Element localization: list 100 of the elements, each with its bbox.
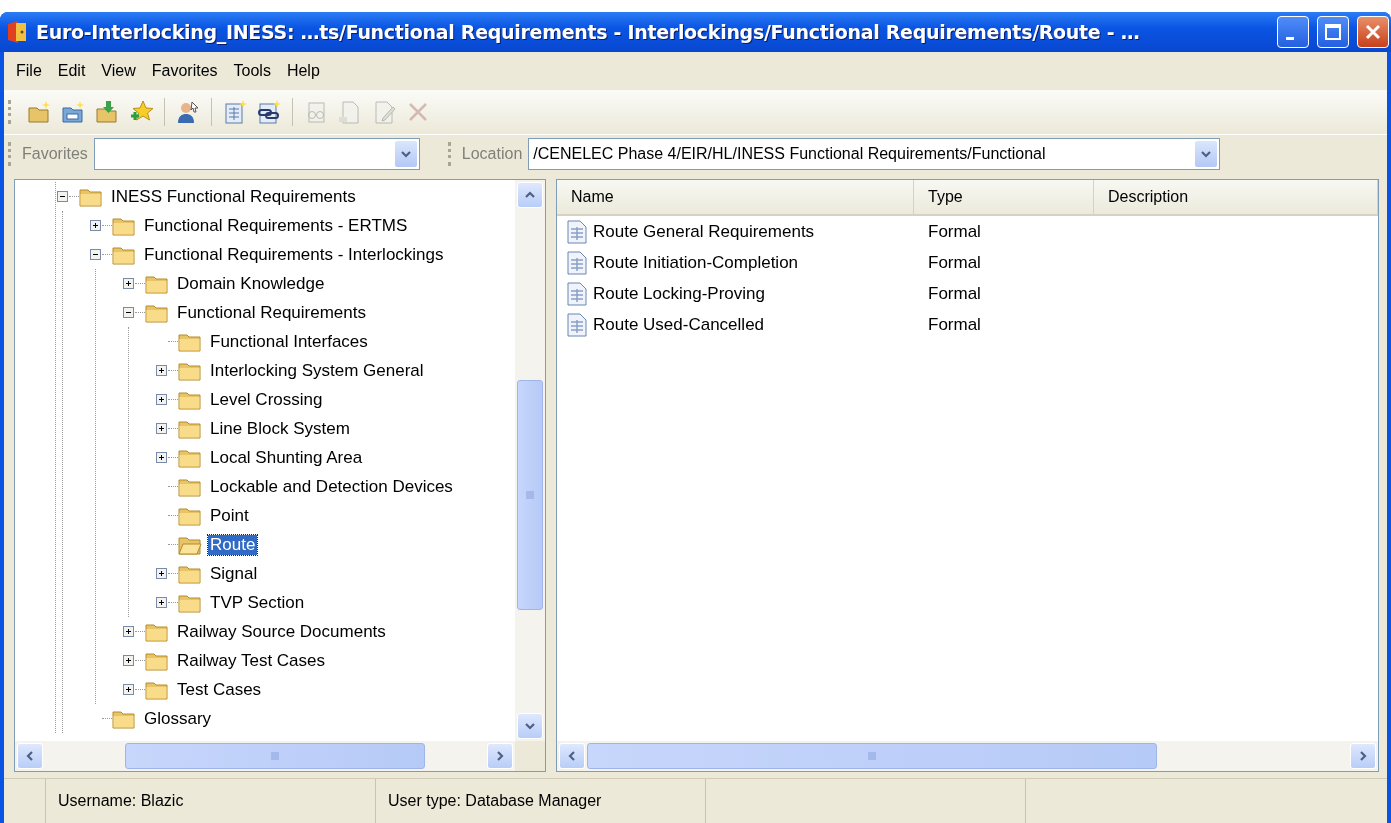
folder-icon — [178, 389, 202, 410]
tree-item[interactable]: Domain Knowledge — [175, 273, 327, 294]
scroll-left-button[interactable] — [559, 743, 585, 769]
folder-icon — [178, 476, 202, 497]
scrollbar-thumb[interactable] — [517, 380, 543, 610]
document-name: Route General Requirements — [593, 221, 815, 242]
scroll-right-button[interactable] — [487, 743, 513, 769]
folder-icon — [79, 186, 103, 207]
document-name: Route Initiation-Completion — [593, 252, 799, 273]
menu-item[interactable]: Help — [280, 60, 326, 82]
scrollbar-thumb[interactable] — [125, 743, 425, 769]
table-cell-text: Formal — [927, 283, 982, 304]
plus-box-icon[interactable] — [156, 423, 167, 434]
menu-item[interactable]: Tools — [227, 60, 277, 82]
menu-item[interactable]: View — [95, 60, 142, 82]
grip-icon — [525, 490, 535, 500]
tree-item[interactable]: Functional Requirements — [175, 302, 368, 323]
minus-box-icon[interactable] — [57, 191, 68, 202]
document-name: Route Locking-Proving — [593, 283, 765, 304]
folder-icon — [178, 592, 202, 613]
plus-box-icon[interactable] — [156, 452, 167, 463]
menu-item[interactable]: Favorites — [145, 60, 224, 82]
document-icon — [567, 250, 587, 275]
status-text: Username: Blazic — [46, 779, 376, 823]
column-header[interactable]: Description — [1094, 180, 1378, 214]
location-dropdown[interactable]: /CENELEC Phase 4/EIR/HL/INESS Functional Requirements/Functional — [528, 138, 1221, 170]
scrollbar-corner — [515, 741, 545, 771]
menu-item[interactable]: File — [10, 60, 48, 82]
column-header[interactable]: Type — [914, 180, 1094, 214]
chevron-left-icon — [24, 750, 36, 762]
table-cell[interactable]: Route Initiation-Completion — [557, 250, 914, 275]
plus-box-icon[interactable] — [123, 655, 134, 666]
tree-item[interactable]: Local Shunting Area — [208, 447, 365, 468]
column-header[interactable]: Name — [557, 180, 914, 214]
tree-item[interactable]: Interlocking System General — [208, 360, 426, 381]
scroll-up-button[interactable] — [517, 182, 543, 208]
tree-item[interactable]: Railway Test Cases — [175, 650, 328, 671]
document-icon — [567, 312, 587, 337]
folder-icon — [178, 505, 202, 526]
folder-arrow-icon — [94, 99, 120, 125]
folder-icon — [145, 302, 169, 323]
minimize-icon — [1286, 36, 1294, 40]
status-text: User type: Database Manager — [376, 779, 706, 823]
scroll-down-button[interactable] — [517, 713, 543, 739]
document-name: Route Used-Cancelled — [593, 314, 765, 335]
grip-icon — [867, 751, 877, 761]
maximize-button[interactable] — [1317, 16, 1349, 48]
close-button[interactable] — [1357, 16, 1389, 48]
chevron-down-icon — [399, 148, 412, 160]
chevron-right-icon — [494, 750, 506, 762]
tree-item[interactable]: Functional Requirements - ERTMS — [142, 215, 410, 236]
tree-item[interactable]: Test Cases — [175, 679, 264, 700]
new-folder-icon — [60, 99, 86, 125]
tree-item[interactable]: Railway Source Documents — [175, 621, 388, 642]
chevron-down-icon — [1200, 148, 1213, 160]
folder-icon — [145, 650, 169, 671]
tree-item[interactable]: Line Block System — [208, 418, 352, 439]
menu-item[interactable]: Edit — [51, 60, 92, 82]
folder-icon — [178, 418, 202, 439]
tree-item[interactable]: Point — [208, 505, 251, 526]
tree-item[interactable]: Glossary — [142, 708, 214, 729]
chevron-down-icon — [524, 720, 536, 732]
tree-item[interactable]: INESS Functional Requirements — [109, 186, 358, 207]
tree-item[interactable]: Signal — [208, 563, 260, 584]
chevron-right-icon — [1357, 750, 1369, 762]
scroll-right-button[interactable] — [1350, 743, 1376, 769]
tree-item[interactable]: Functional Interfaces — [208, 331, 370, 352]
tree-item[interactable]: Level Crossing — [208, 389, 325, 410]
plus-box-icon[interactable] — [90, 220, 101, 231]
minimize-button[interactable] — [1277, 16, 1309, 48]
scroll-left-button[interactable] — [17, 743, 43, 769]
table-cell[interactable]: Route Locking-Proving — [557, 281, 914, 306]
folder-icon — [112, 708, 136, 729]
minus-box-icon[interactable] — [90, 249, 101, 260]
window-title: Euro-Interlocking_INESS: …ts/Functional Requirements - Interlockings/Functional Requirements/Route - … — [36, 21, 1141, 43]
table-cell[interactable]: Route Used-Cancelled — [557, 312, 914, 337]
plus-box-icon[interactable] — [156, 568, 167, 579]
folder-icon — [112, 215, 136, 236]
table-cell[interactable]: Route General Requirements — [557, 219, 914, 244]
minus-box-icon[interactable] — [123, 307, 134, 318]
tree-item[interactable]: TVP Section — [208, 592, 307, 613]
plus-box-icon[interactable] — [123, 684, 134, 695]
plus-box-icon[interactable] — [123, 626, 134, 637]
plus-box-icon[interactable] — [156, 394, 167, 405]
plus-box-icon[interactable] — [156, 365, 167, 376]
plus-box-icon[interactable] — [123, 278, 134, 289]
tree-item[interactable]: Functional Requirements - Interlockings — [142, 244, 446, 265]
tree-item[interactable]: Lockable and Detection Devices — [208, 476, 455, 497]
favorites-dropdown[interactable] — [93, 138, 420, 170]
new-folder-icon — [26, 99, 52, 125]
plus-box-icon[interactable] — [156, 597, 167, 608]
document-icon — [567, 281, 587, 306]
scrollbar-thumb[interactable] — [587, 743, 1157, 769]
table-cell-text: Formal — [927, 252, 982, 273]
grip-icon — [270, 751, 280, 761]
table-document-icon — [222, 99, 248, 125]
folder-icon — [178, 360, 202, 381]
table-cell-text: Formal — [927, 221, 982, 242]
tree-item[interactable]: Route — [208, 534, 258, 555]
folder-icon — [145, 679, 169, 700]
